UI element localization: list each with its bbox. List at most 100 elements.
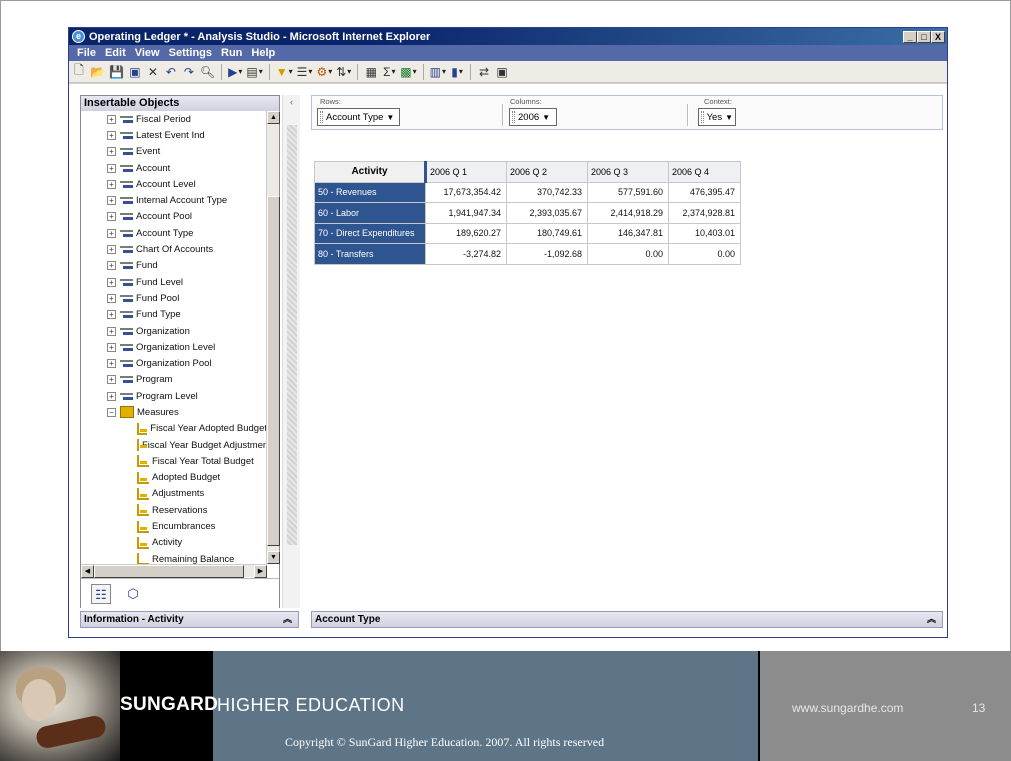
expand-up-icon[interactable]: ︽ bbox=[283, 612, 292, 627]
sum-icon[interactable]: Σ bbox=[381, 63, 397, 80]
expand-icon[interactable]: + bbox=[107, 310, 116, 320]
chevron-down-icon[interactable]: ▼ bbox=[725, 113, 733, 122]
tree-item[interactable]: + Fiscal Period bbox=[81, 111, 267, 127]
table-cell[interactable]: 2,414,918.29 bbox=[587, 202, 669, 224]
row-header[interactable]: 50 - Revenues bbox=[314, 181, 426, 203]
excel-icon[interactable]: ▩ bbox=[399, 63, 417, 80]
cube-icon[interactable]: ⬡ bbox=[123, 584, 143, 604]
expand-icon[interactable]: + bbox=[107, 212, 116, 222]
tree-item[interactable]: + Program Level bbox=[81, 388, 267, 404]
expand-icon[interactable]: + bbox=[107, 130, 116, 140]
expand-icon[interactable]: + bbox=[107, 277, 116, 287]
run-icon[interactable]: ▶ bbox=[227, 63, 243, 80]
table-cell[interactable]: 370,742.33 bbox=[506, 181, 588, 203]
swap-icon[interactable]: ⇄ bbox=[476, 63, 492, 80]
expand-icon[interactable]: + bbox=[107, 261, 116, 271]
crosstab-corner[interactable]: Activity bbox=[314, 161, 426, 183]
menu-edit[interactable]: Edit bbox=[105, 47, 126, 59]
scroll-up-icon[interactable]: ▲ bbox=[267, 111, 280, 124]
tree-item[interactable]: Activity bbox=[81, 535, 267, 551]
menu-view[interactable]: View bbox=[135, 47, 160, 59]
menu-help[interactable]: Help bbox=[251, 47, 275, 59]
suppress-icon[interactable]: ☰ bbox=[296, 63, 314, 80]
vertical-scrollbar[interactable]: ▲ ▼ bbox=[266, 111, 280, 564]
tree-item[interactable]: Adjustments bbox=[81, 486, 267, 502]
table-cell[interactable]: 146,347.81 bbox=[587, 222, 669, 244]
filter-icon[interactable]: ▼ bbox=[275, 63, 294, 80]
tree-item[interactable]: + Fund Type bbox=[81, 307, 267, 323]
table-cell[interactable]: 476,395.47 bbox=[668, 181, 741, 203]
tree-item[interactable]: + Account Pool bbox=[81, 209, 267, 225]
tree-item[interactable]: + Fund Level bbox=[81, 274, 267, 290]
scroll-right-icon[interactable]: ▶ bbox=[254, 565, 267, 578]
table-cell[interactable]: 0.00 bbox=[587, 243, 669, 265]
maximize-button[interactable]: □ bbox=[917, 30, 931, 43]
collapse-left-icon[interactable]: ‹ bbox=[290, 97, 293, 107]
information-bar[interactable]: Information - Activity ︽ bbox=[80, 611, 299, 628]
collapse-icon[interactable]: − bbox=[107, 407, 116, 417]
drag-grip-icon[interactable] bbox=[701, 111, 704, 123]
scroll-thumb[interactable] bbox=[267, 196, 280, 546]
table-cell[interactable]: -3,274.82 bbox=[425, 243, 507, 265]
layout-icon[interactable]: ▤ bbox=[245, 63, 263, 80]
expand-icon[interactable]: + bbox=[107, 375, 116, 385]
insert-icon[interactable]: ▣ bbox=[494, 63, 510, 80]
expand-icon[interactable]: + bbox=[107, 342, 116, 352]
tree-item[interactable]: + Account Type bbox=[81, 225, 267, 241]
tree-view-icon[interactable]: ☷ bbox=[91, 583, 111, 604]
drag-grip-icon[interactable] bbox=[512, 111, 515, 123]
horizontal-scrollbar[interactable]: ◀ ▶ bbox=[81, 564, 267, 578]
scroll-left-icon[interactable]: ◀ bbox=[81, 565, 94, 578]
chevron-down-icon[interactable]: ▼ bbox=[386, 113, 394, 122]
tree-item[interactable]: + Organization Pool bbox=[81, 355, 267, 371]
minimize-button[interactable]: _ bbox=[903, 30, 917, 43]
drag-grip-icon[interactable] bbox=[320, 111, 323, 123]
table-cell[interactable]: 577,591.60 bbox=[587, 181, 669, 203]
close-button[interactable]: X bbox=[931, 30, 945, 43]
expand-icon[interactable]: + bbox=[107, 391, 116, 401]
expand-icon[interactable]: + bbox=[107, 147, 116, 157]
table-cell[interactable]: 2,374,928.81 bbox=[668, 202, 741, 224]
table-cell[interactable]: -1,092.68 bbox=[506, 243, 588, 265]
expand-icon[interactable]: + bbox=[107, 163, 116, 173]
menu-file[interactable]: File bbox=[77, 47, 96, 59]
tree-item[interactable]: + Fund bbox=[81, 258, 267, 274]
table-cell[interactable]: 2,393,035.67 bbox=[506, 202, 588, 224]
column-header[interactable]: 2006 Q 2 bbox=[506, 161, 588, 183]
calculation-icon[interactable]: ▦ bbox=[363, 63, 379, 80]
tree-item[interactable]: + Chart Of Accounts bbox=[81, 241, 267, 257]
menu-settings[interactable]: Settings bbox=[169, 47, 212, 59]
table-cell[interactable]: 1,941,947.34 bbox=[425, 202, 507, 224]
tree-item[interactable]: + Account bbox=[81, 160, 267, 176]
column-header[interactable]: 2006 Q 4 bbox=[668, 161, 741, 183]
rows-dropdown[interactable]: Account Type ▼ bbox=[317, 108, 400, 126]
tree-item[interactable]: + Organization Level bbox=[81, 339, 267, 355]
row-header[interactable]: 80 - Transfers bbox=[314, 243, 426, 265]
tree-item[interactable]: Fiscal Year Total Budget bbox=[81, 453, 267, 469]
tree-item[interactable]: + Organization bbox=[81, 323, 267, 339]
scroll-down-icon[interactable]: ▼ bbox=[267, 551, 280, 564]
tree-item[interactable]: Reservations bbox=[81, 502, 267, 518]
row-header[interactable]: 70 - Direct Expenditures bbox=[314, 222, 426, 244]
expand-up-icon[interactable]: ︽ bbox=[927, 612, 936, 627]
expand-icon[interactable]: + bbox=[107, 196, 116, 206]
tree-item[interactable]: Remaining Balance bbox=[81, 551, 267, 564]
expand-icon[interactable]: + bbox=[107, 326, 116, 336]
menu-run[interactable]: Run bbox=[221, 47, 242, 59]
save-icon[interactable]: 💾 bbox=[108, 63, 125, 80]
column-header[interactable]: 2006 Q 3 bbox=[587, 161, 669, 183]
expand-icon[interactable]: + bbox=[107, 179, 116, 189]
tree-item[interactable]: + Internal Account Type bbox=[81, 192, 267, 208]
save-as-icon[interactable]: ▣ bbox=[127, 63, 143, 80]
tree-item[interactable]: Fiscal Year Budget Adjustments bbox=[81, 437, 267, 453]
tree-item[interactable]: Encumbrances bbox=[81, 518, 267, 534]
context-dropdown[interactable]: Yes ▼ bbox=[698, 108, 736, 126]
expand-icon[interactable]: + bbox=[107, 293, 116, 303]
redo-icon[interactable]: ↷ bbox=[181, 63, 197, 80]
table-cell[interactable]: 10,403.01 bbox=[668, 222, 741, 244]
account-type-bar[interactable]: Account Type ︽ bbox=[311, 611, 943, 628]
undo-icon[interactable]: ↶ bbox=[163, 63, 179, 80]
row-header[interactable]: 60 - Labor bbox=[314, 202, 426, 224]
tree-item[interactable]: + Latest Event Ind bbox=[81, 127, 267, 143]
bar-chart-icon[interactable]: ▮ bbox=[449, 63, 465, 80]
